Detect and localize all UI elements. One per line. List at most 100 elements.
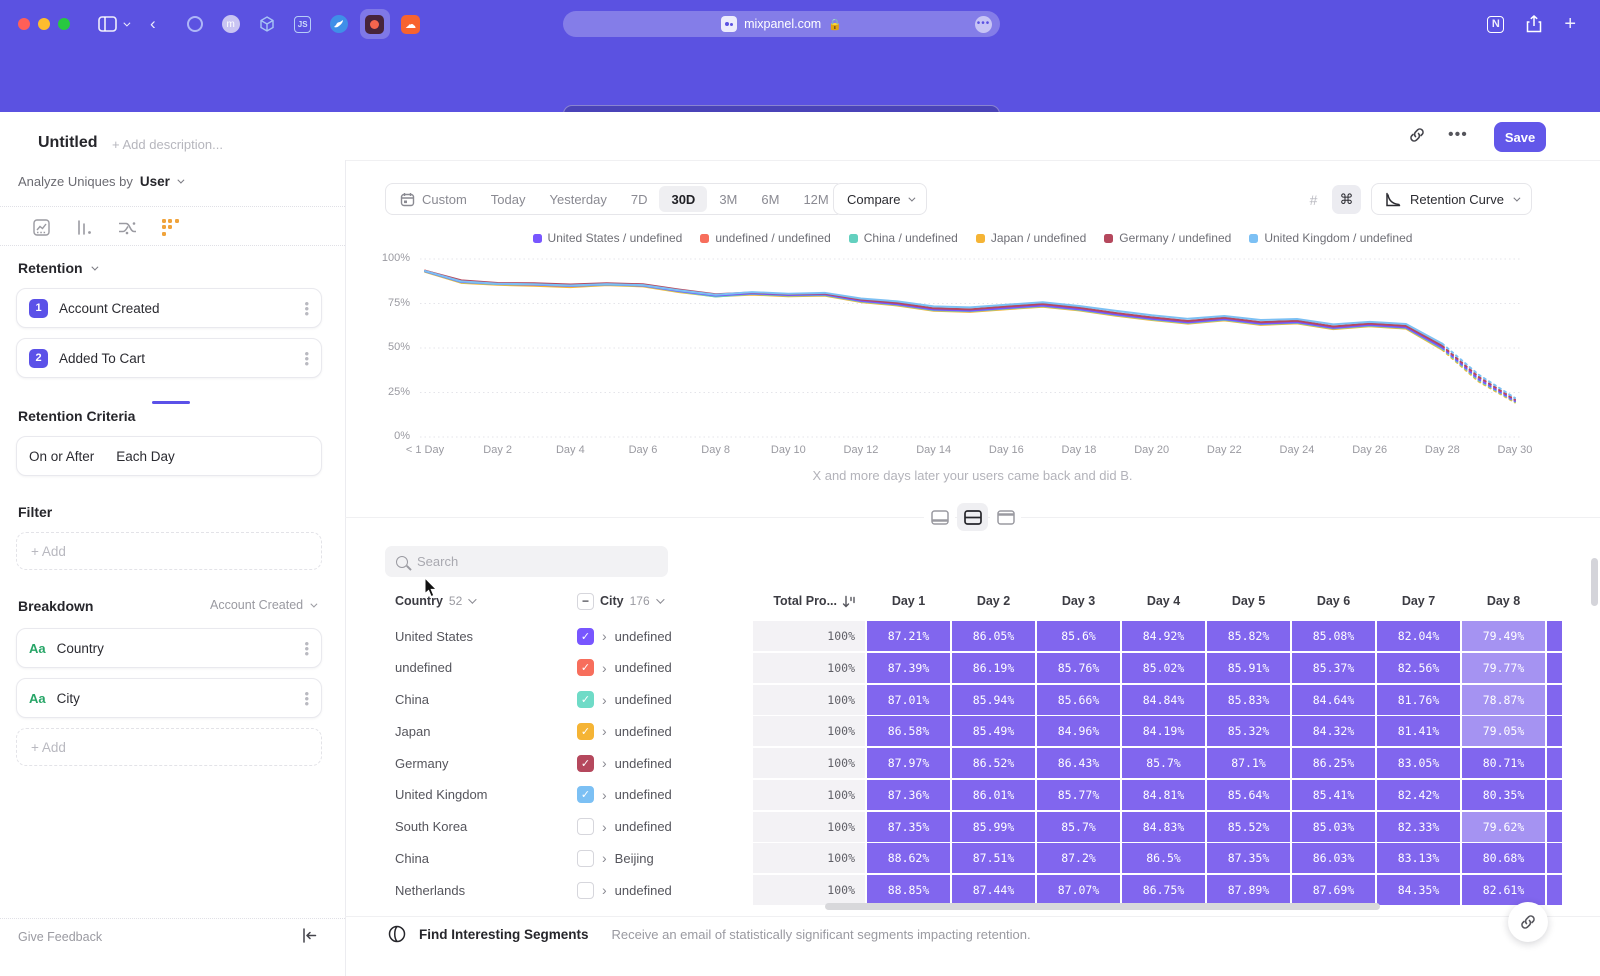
retention-value-cell[interactable]: 82.42% [1377, 780, 1460, 810]
retention-value-cell[interactable]: 84.96% [1037, 716, 1120, 746]
retention-value-cell[interactable]: 85.76% [1037, 653, 1120, 683]
retention-value-cell[interactable]: 86.03% [1292, 843, 1375, 873]
retention-value-cell[interactable]: 84.64% [1292, 685, 1375, 715]
zoom-window-icon[interactable] [58, 18, 70, 30]
legend-item[interactable]: Japan / undefined [976, 231, 1086, 245]
day-column-header[interactable]: Day 5 [1207, 594, 1290, 608]
retention-value-cell[interactable]: 86.75% [1122, 875, 1205, 905]
range-yesterday[interactable]: Yesterday [538, 186, 619, 212]
retention-value-cell[interactable]: 87.39% [867, 653, 950, 683]
give-feedback-link[interactable]: Give Feedback [18, 930, 102, 944]
country-column-header[interactable]: Country 52 [395, 594, 577, 608]
pinned-tab-cloud-icon[interactable]: ☁ [396, 9, 426, 39]
event-options-icon[interactable]: ••• [304, 351, 309, 366]
retention-value-cell[interactable]: 85.7% [1037, 812, 1120, 842]
retention-value-cell[interactable]: 79.77% [1462, 653, 1545, 683]
expand-row-icon[interactable]: › [602, 756, 607, 770]
city-column-header[interactable]: − City 176 [577, 593, 753, 610]
row-checkbox[interactable] [577, 818, 594, 835]
breakdown-event-selector[interactable]: Account Created [210, 598, 315, 612]
command-format-toggle[interactable]: ⌘ [1332, 185, 1361, 214]
day-column-header[interactable]: Day 8 [1462, 594, 1545, 608]
row-checkbox[interactable]: ✓ [577, 786, 594, 803]
retention-value-cell[interactable]: 85.66% [1037, 685, 1120, 715]
add-description[interactable]: + Add description... [112, 137, 223, 152]
new-tab-icon[interactable]: + [1564, 13, 1576, 36]
collapse-sidebar-icon[interactable] [302, 928, 318, 943]
vertical-scrollbar[interactable] [1591, 558, 1598, 606]
analyze-by-selector[interactable]: User [140, 174, 182, 189]
retention-value-cell[interactable]: 87.2% [1037, 843, 1120, 873]
range-6m[interactable]: 6M [749, 186, 791, 212]
retention-value-cell[interactable]: 87.36% [867, 780, 950, 810]
retention-value-cell[interactable]: 86.52% [952, 748, 1035, 778]
retention-value-cell[interactable]: 79.05% [1462, 716, 1545, 746]
select-all-checkbox[interactable]: − [577, 593, 594, 610]
legend-item[interactable]: United Kingdom / undefined [1249, 231, 1412, 245]
row-checkbox[interactable]: ✓ [577, 659, 594, 676]
row-checkbox[interactable] [577, 850, 594, 867]
retention-value-cell[interactable]: 87.89% [1207, 875, 1290, 905]
retention-icon[interactable] [149, 212, 191, 242]
retention-value-cell[interactable]: 87.01% [867, 685, 950, 715]
retention-line-chart[interactable] [420, 255, 1520, 443]
insights-icon[interactable] [20, 212, 62, 242]
chart-type-selector[interactable]: Retention Curve [1371, 183, 1532, 215]
criteria-on-or-after[interactable]: On or After [29, 449, 94, 464]
retention-value-cell[interactable]: 85.02% [1122, 653, 1205, 683]
retention-value-cell[interactable]: 87.35% [1207, 843, 1290, 873]
retention-value-cell[interactable]: 85.6% [1037, 621, 1120, 651]
retention-value-cell[interactable]: 85.91% [1207, 653, 1290, 683]
retention-value-cell[interactable]: 86.5% [1122, 843, 1205, 873]
criteria-card[interactable]: On or After Each Day [16, 436, 322, 476]
retention-value-cell[interactable]: 84.92% [1122, 621, 1205, 651]
row-checkbox[interactable] [577, 882, 594, 899]
retention-value-cell[interactable]: 82.56% [1377, 653, 1460, 683]
retention-value-cell[interactable]: 87.21% [867, 621, 950, 651]
filter-add-button[interactable]: + Add [16, 532, 322, 570]
retention-value-cell[interactable]: 84.81% [1122, 780, 1205, 810]
event-step-2[interactable]: 2 Added To Cart ••• [16, 338, 322, 378]
pinned-tab-js-icon[interactable]: JS [288, 9, 318, 39]
retention-value-cell[interactable]: 85.77% [1037, 780, 1120, 810]
close-window-icon[interactable] [18, 18, 30, 30]
expand-row-icon[interactable]: › [602, 724, 607, 738]
row-checkbox[interactable]: ✓ [577, 628, 594, 645]
day-column-header[interactable]: Day 7 [1377, 594, 1460, 608]
retention-value-cell[interactable]: 84.32% [1292, 716, 1375, 746]
row-checkbox[interactable]: ✓ [577, 723, 594, 740]
range-7d[interactable]: 7D [619, 186, 660, 212]
pinned-tab-box-icon[interactable] [252, 9, 282, 39]
retention-value-cell[interactable]: 79.62% [1462, 812, 1545, 842]
retention-value-cell[interactable]: 86.05% [952, 621, 1035, 651]
breakdown-options-icon[interactable]: ••• [304, 691, 309, 706]
retention-value-cell[interactable]: 85.03% [1292, 812, 1375, 842]
find-segments-button[interactable]: Find Interesting Segments [419, 927, 589, 942]
table-search[interactable] [385, 546, 668, 577]
table-search-input[interactable] [417, 554, 637, 569]
retention-value-cell[interactable]: 85.49% [952, 716, 1035, 746]
url-more-icon[interactable]: ••• [975, 16, 992, 33]
retention-value-cell[interactable]: 80.68% [1462, 843, 1545, 873]
retention-value-cell[interactable]: 86.25% [1292, 748, 1375, 778]
number-format-toggle[interactable]: # [1299, 185, 1328, 214]
retention-value-cell[interactable]: 85.7% [1122, 748, 1205, 778]
retention-value-cell[interactable]: 79.49% [1462, 621, 1545, 651]
expand-row-icon[interactable]: › [602, 788, 607, 802]
retention-value-cell[interactable]: 87.1% [1207, 748, 1290, 778]
breakdown-city[interactable]: Aa City ••• [16, 678, 322, 718]
retention-value-cell[interactable]: 86.19% [952, 653, 1035, 683]
retention-value-cell[interactable]: 85.08% [1292, 621, 1375, 651]
share-icon[interactable] [1526, 15, 1542, 33]
retention-value-cell[interactable]: 87.97% [867, 748, 950, 778]
chart-only-view-icon[interactable] [924, 503, 955, 531]
retention-value-cell[interactable]: 88.85% [867, 875, 950, 905]
range-today[interactable]: Today [479, 186, 538, 212]
expand-row-icon[interactable]: › [602, 661, 607, 675]
retention-value-cell[interactable]: 85.82% [1207, 621, 1290, 651]
expand-row-icon[interactable]: › [602, 629, 607, 643]
retention-value-cell[interactable]: 78.87% [1462, 685, 1545, 715]
flows-icon[interactable] [106, 212, 148, 242]
report-title[interactable]: Untitled [38, 134, 98, 152]
event-step-1[interactable]: 1 Account Created ••• [16, 288, 322, 328]
